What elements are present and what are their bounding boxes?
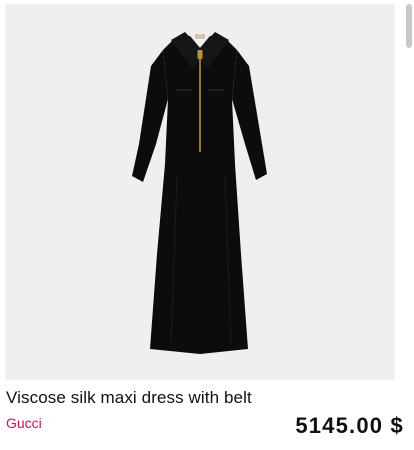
zipper-pull	[197, 50, 203, 59]
left-sleeve	[132, 50, 168, 182]
collar-label	[195, 34, 205, 39]
product-image[interactable]	[5, 4, 395, 380]
price: 5145.00 $	[295, 413, 404, 438]
dress-illustration	[132, 32, 267, 354]
product-title[interactable]: Viscose silk maxi dress with belt	[6, 388, 252, 408]
scrollbar[interactable]	[406, 4, 412, 48]
right-sleeve	[232, 50, 267, 180]
brand-link[interactable]: Gucci	[6, 415, 42, 431]
